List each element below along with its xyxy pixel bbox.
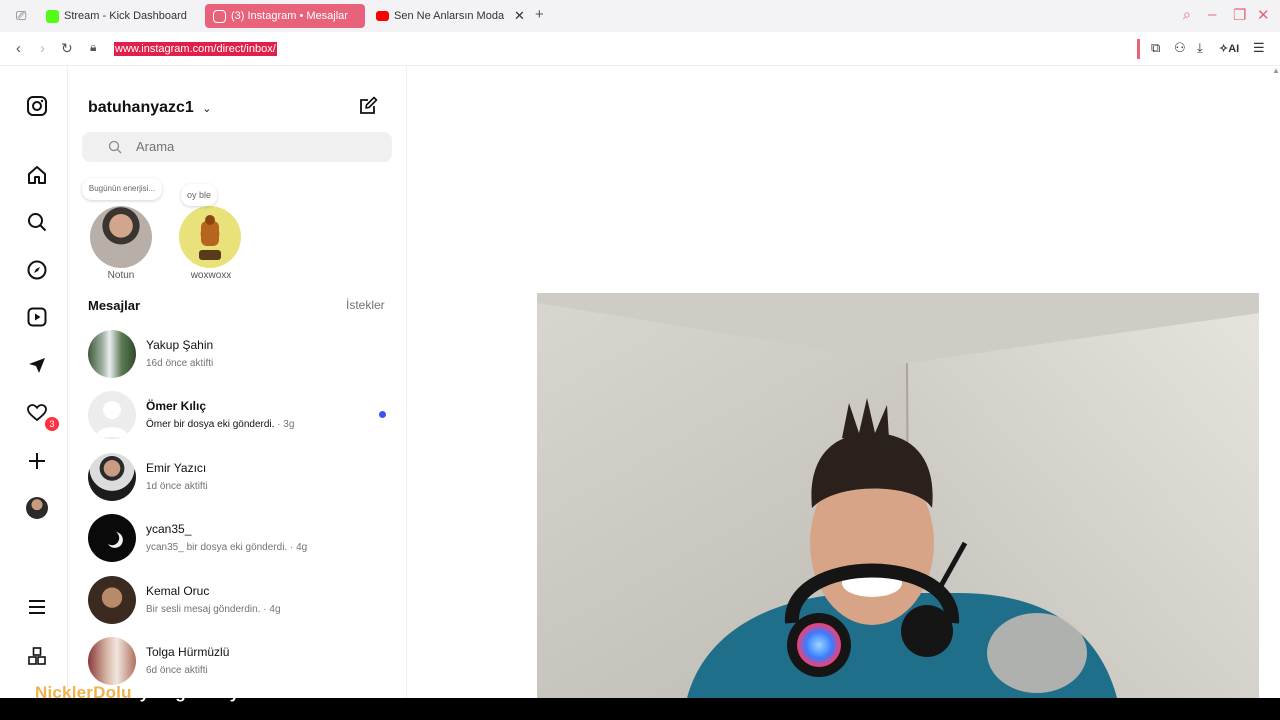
conversation-subtitle: ycan35_ bir dosya eki gönderdi. · 4g	[146, 542, 308, 553]
inbox-panel: batuhanyazc1 ⌄ Arama Bugünün enerjisi...…	[68, 66, 407, 698]
back-button[interactable]: ‹	[16, 40, 21, 57]
menu-icon[interactable]: ☰	[1253, 40, 1265, 56]
note-name: Notun	[107, 270, 135, 281]
avatar	[88, 330, 136, 378]
note-bubble[interactable]: oy ble	[181, 184, 217, 206]
requests-link[interactable]: İstekler	[346, 298, 385, 312]
conversation-subtitle: Bir sesli mesaj gönderdin. · 4g	[146, 604, 281, 615]
reels-icon[interactable]	[24, 304, 50, 330]
new-tab-button[interactable]: +	[535, 6, 544, 23]
conversation-name: Kemal Oruc	[146, 584, 210, 598]
home-icon[interactable]	[24, 162, 50, 188]
menu-icon[interactable]	[24, 594, 50, 620]
tab-youtube[interactable]: Sen Ne Anlarsın Moda ✕	[376, 4, 531, 28]
instagram-icon	[213, 9, 226, 23]
avatar	[88, 637, 136, 685]
ai-label: AI	[1228, 43, 1240, 55]
tab-label: Stream - Kick Dashboard	[64, 10, 187, 22]
unread-dot	[379, 411, 386, 418]
conversation-subtitle: 1d önce aktifti	[146, 481, 208, 492]
conversation-row[interactable]: Yakup Şahin 16d önce aktifti	[88, 328, 388, 380]
reload-button[interactable]: ↻	[61, 40, 73, 57]
avatar	[88, 453, 136, 501]
conversation-name: Yakup Şahin	[146, 338, 214, 352]
tab-instagram[interactable]: (3) Instagram • Mesajlar	[205, 4, 365, 28]
webcam-image	[537, 293, 1259, 698]
chevron-down-icon: ⌄	[202, 103, 212, 115]
download-icon[interactable]: ⤓	[1197, 40, 1203, 56]
minimize-button[interactable]: –	[1208, 6, 1216, 23]
kick-icon	[46, 9, 59, 23]
address-bar: ‹ › ↻ 🔒︎ www.instagram.com/direct/inbox/…	[0, 33, 1280, 66]
create-icon[interactable]	[24, 448, 50, 474]
conversation-name: ycan35_	[146, 522, 192, 536]
conversation-name: Emir Yazıcı	[146, 461, 207, 475]
conversation-row[interactable]: ycan35_ ycan35_ bir dosya eki gönderdi. …	[88, 512, 388, 564]
avatar	[88, 514, 136, 562]
youtube-icon	[376, 11, 389, 21]
search-input[interactable]: Arama	[82, 132, 392, 162]
avatar	[88, 576, 136, 624]
messages-heading: Mesajlar	[88, 298, 141, 313]
instagram-nav-rail: 3	[6, 66, 68, 698]
search-icon	[108, 140, 122, 154]
page-scrollbar[interactable]: ▲	[1270, 66, 1280, 698]
search-icon[interactable]	[24, 209, 50, 235]
scroll-up-icon[interactable]: ▲	[1272, 66, 1280, 75]
tab-actions-icon[interactable]: ⎚	[16, 8, 26, 24]
sidebar-indicator	[1137, 39, 1140, 59]
conversation-subtitle: 16d önce aktifti	[146, 358, 214, 369]
instagram-logo-icon[interactable]	[24, 93, 50, 119]
stream-caption: NicklerDolu yoo gizleniyoruz sadece	[35, 683, 340, 703]
conversation-row[interactable]: Ömer Kılıç Ömer bir dosya eki gönderdi. …	[88, 389, 388, 441]
search-placeholder: Arama	[136, 139, 175, 154]
note-avatar-own[interactable]	[90, 206, 152, 268]
caption-text: yoo gizleniyoruz sadece	[139, 683, 340, 702]
note-avatar-woxwoxx[interactable]	[179, 206, 241, 268]
profile-icon[interactable]: ⚇	[1174, 40, 1186, 56]
messenger-icon[interactable]	[24, 352, 50, 378]
restore-button[interactable]: ❐	[1233, 6, 1246, 24]
close-tab-icon[interactable]: ✕	[514, 8, 525, 24]
conversation-subtitle: Ömer bir dosya eki gönderdi. · 3g	[146, 419, 295, 430]
heart-icon[interactable]	[24, 400, 50, 426]
avatar	[88, 391, 136, 439]
username: batuhanyazc1	[88, 99, 194, 116]
webcam-overlay	[537, 293, 1259, 698]
url-field[interactable]: www.instagram.com/direct/inbox/	[114, 42, 277, 56]
caption-username: NicklerDolu	[35, 683, 132, 702]
note-name: woxwoxx	[190, 270, 232, 281]
note-bubble[interactable]: Bugünün enerjisi...	[82, 178, 162, 200]
account-switcher[interactable]: batuhanyazc1 ⌄	[88, 99, 211, 117]
new-message-button[interactable]	[358, 96, 378, 122]
tab-label: (3) Instagram • Mesajlar	[231, 10, 348, 22]
conversation-row[interactable]: Emir Yazıcı 1d önce aktifti	[88, 451, 388, 503]
profile-avatar[interactable]	[24, 495, 50, 521]
compose-icon	[360, 96, 378, 114]
search-tabs-icon[interactable]: ⌕	[1183, 6, 1191, 23]
ai-button[interactable]: ✧AI	[1219, 42, 1239, 55]
tab-label: Sen Ne Anlarsın Moda	[394, 10, 505, 22]
conversation-row[interactable]: Kemal Oruc Bir sesli mesaj gönderdin. · …	[88, 574, 388, 626]
close-window-button[interactable]: ✕	[1257, 6, 1270, 24]
conversation-name: Tolga Hürmüzlü	[146, 645, 230, 659]
conversation-subtitle: 6d önce aktifti	[146, 665, 208, 676]
tab-kick[interactable]: Stream - Kick Dashboard	[46, 4, 196, 28]
apps-icon[interactable]	[24, 643, 50, 669]
conversation-name: Ömer Kılıç	[146, 399, 207, 413]
explore-icon[interactable]	[24, 257, 50, 283]
forward-button[interactable]: ›	[40, 40, 45, 57]
tab-bar: ⎚ Stream - Kick Dashboard (3) Instagram …	[0, 0, 1280, 32]
conversation-row[interactable]: Tolga Hürmüzlü 6d önce aktifti	[88, 635, 388, 687]
extensions-icon[interactable]: ⧉	[1151, 40, 1160, 56]
lock-icon: 🔒︎	[90, 40, 97, 54]
